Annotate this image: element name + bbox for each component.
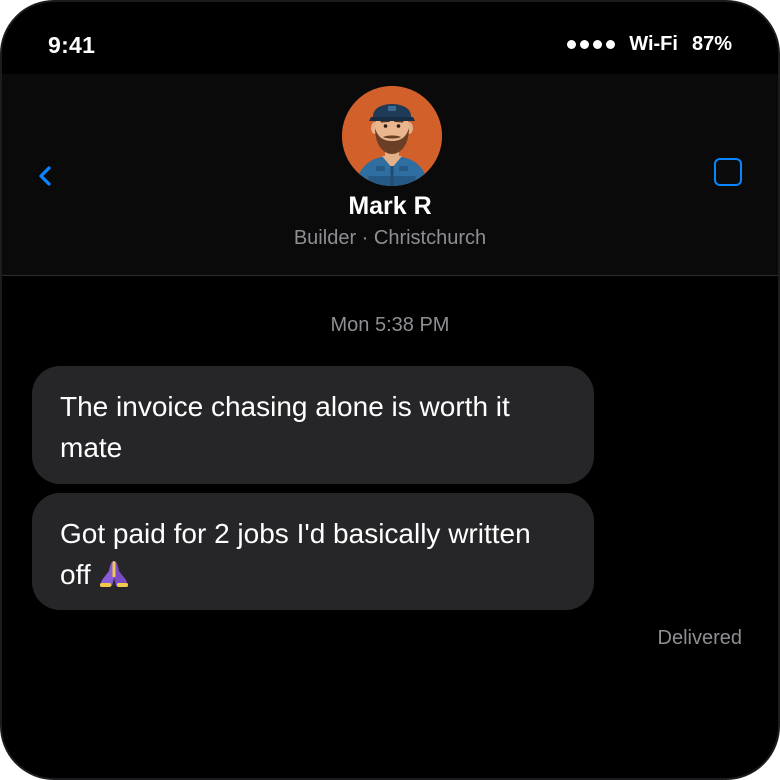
status-time: 9:41 <box>48 32 96 58</box>
contact-subtitle: Builder · Christchurch <box>293 227 487 249</box>
network-label: Wi-Fi <box>629 33 678 55</box>
message-bubble[interactable]: Got paid for 2 jobs I'd basically writte… <box>32 493 594 610</box>
folded-hands-icon <box>97 558 131 599</box>
status-indicators: Wi-Fi 87% <box>567 33 732 56</box>
back-button[interactable] <box>32 158 60 194</box>
delivery-status: Delivered <box>657 627 742 649</box>
phone-screen: 9:41 Wi-Fi 87% Mark R Builder · Christch… <box>0 0 780 780</box>
bearded-builder-avatar <box>342 86 442 186</box>
message-timestamp: Mon 5:38 PM <box>330 314 450 336</box>
cellular-signal-icon <box>567 40 616 49</box>
square-action-button[interactable] <box>714 158 742 186</box>
message-text: The invoice chasing alone is worth it ma… <box>60 391 510 463</box>
chevron-left-icon <box>39 166 51 186</box>
status-bar: 9:41 Wi-Fi 87% <box>2 2 778 74</box>
message-bubble[interactable]: The invoice chasing alone is worth it ma… <box>32 366 594 484</box>
contact-name[interactable]: Mark R <box>2 192 778 221</box>
avatar[interactable] <box>342 86 442 186</box>
conversation-header: Mark R Builder · Christchurch <box>2 74 778 276</box>
battery-level: 87% <box>691 33 732 55</box>
